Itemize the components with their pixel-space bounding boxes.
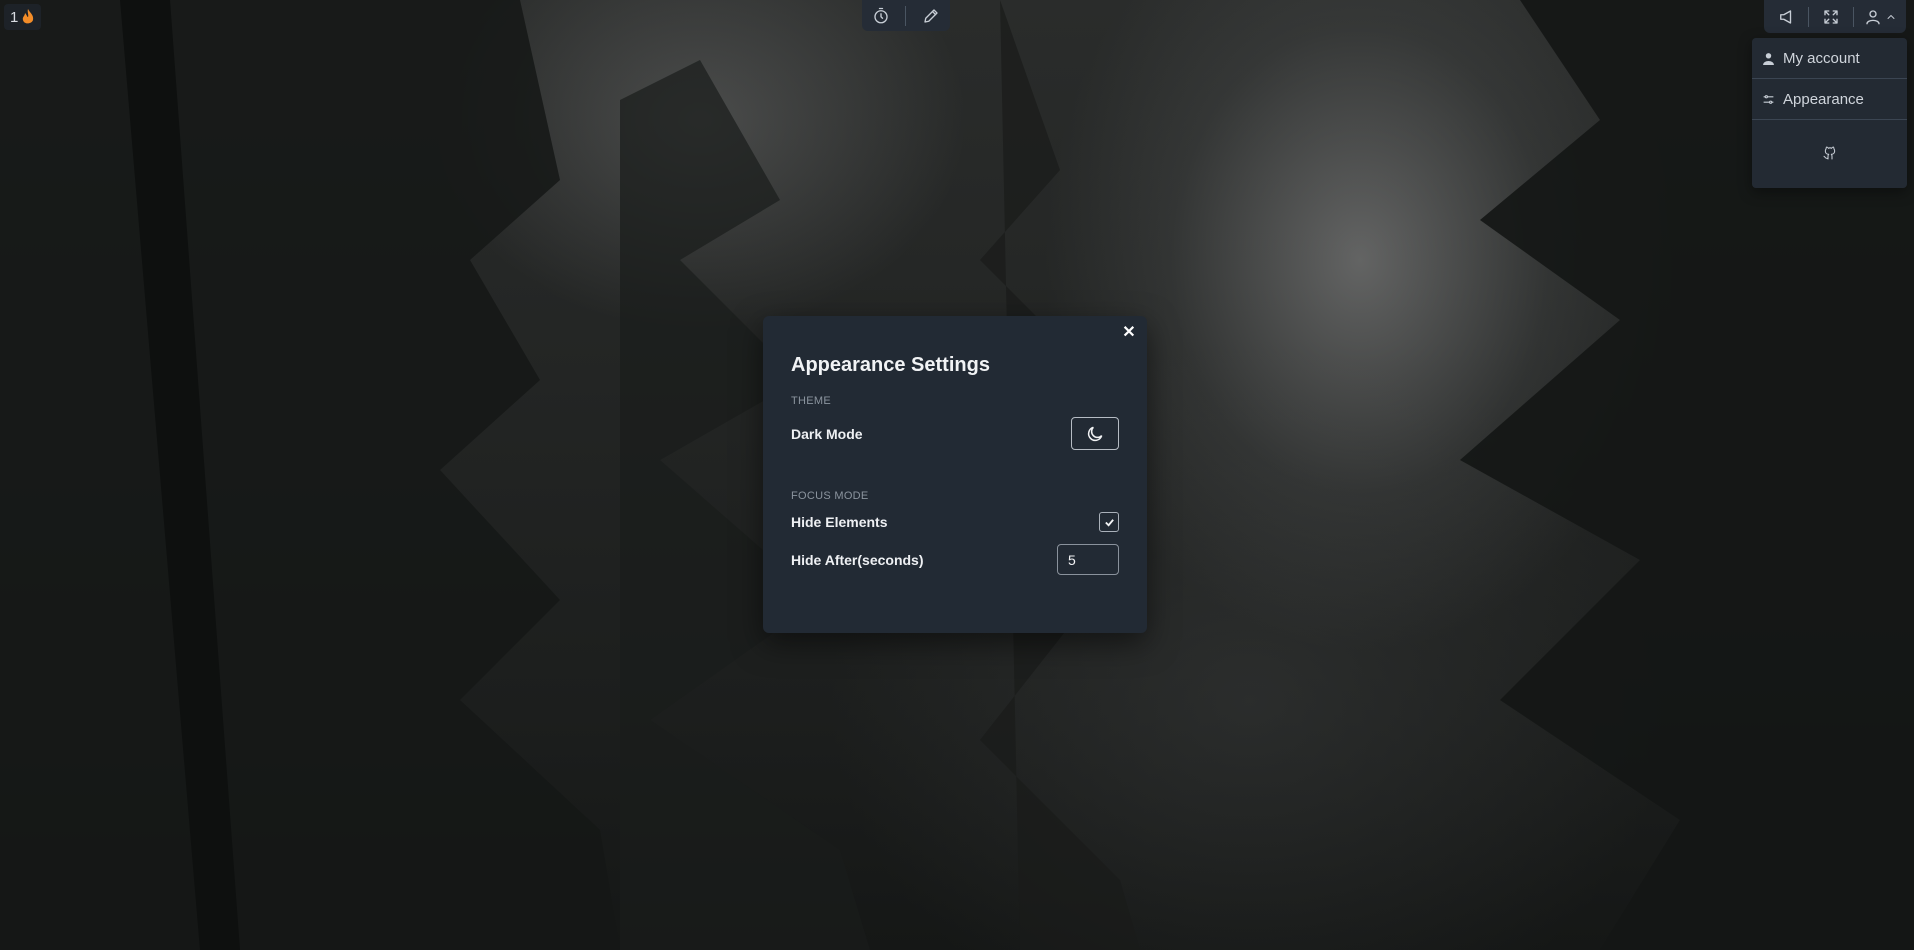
sliders-icon: [1763, 94, 1774, 104]
timer-icon[interactable]: [868, 3, 894, 29]
streak-counter: 1: [4, 4, 42, 30]
close-icon[interactable]: ✕: [1119, 322, 1139, 342]
flame-icon: [23, 9, 34, 24]
pencil-icon[interactable]: [918, 3, 944, 29]
toolbar-divider: [905, 5, 907, 26]
chevron-up-icon: [1885, 4, 1897, 30]
tree-silhouette-left: [0, 0, 620, 950]
streak-count: 1: [10, 8, 19, 26]
hide-after-label: Hide After(seconds): [791, 551, 924, 568]
hide-after-input[interactable]: [1057, 544, 1119, 575]
github-icon[interactable]: [1817, 140, 1843, 166]
fullscreen-icon[interactable]: [1818, 4, 1844, 30]
volume-icon[interactable]: [1773, 4, 1799, 30]
menu-item-label: My account: [1783, 49, 1860, 67]
user-icon: [1763, 52, 1774, 65]
moon-icon: [1087, 426, 1103, 441]
toolbar-divider: [1807, 6, 1809, 27]
hide-elements-checkbox[interactable]: [1099, 512, 1119, 532]
section-label-theme: THEME: [791, 395, 831, 407]
user-menu-button[interactable]: [1863, 4, 1897, 30]
menu-item-my-account[interactable]: My account: [1752, 38, 1907, 79]
user-dropdown-menu: My account Appearance: [1752, 38, 1907, 188]
dark-mode-toggle[interactable]: [1071, 417, 1119, 450]
checkmark-icon: [1104, 518, 1114, 527]
menu-item-appearance[interactable]: Appearance: [1752, 79, 1907, 120]
appearance-settings-modal: ✕ Appearance Settings THEME Dark Mode FO…: [763, 316, 1147, 633]
hide-elements-label: Hide Elements: [791, 514, 888, 530]
toolbar-divider: [1853, 6, 1855, 27]
user-icon: [1863, 4, 1883, 30]
right-toolbar: [1764, 0, 1906, 33]
dark-mode-label: Dark Mode: [791, 425, 863, 442]
modal-title: Appearance Settings: [791, 354, 990, 376]
hide-elements-row: Hide Elements: [791, 512, 1119, 532]
section-label-focus: FOCUS MODE: [791, 490, 869, 502]
menu-item-label: Appearance: [1783, 90, 1864, 108]
center-toolbar: [862, 0, 950, 31]
hide-after-row: Hide After(seconds): [791, 544, 1119, 575]
dark-mode-row: Dark Mode: [791, 417, 1119, 450]
